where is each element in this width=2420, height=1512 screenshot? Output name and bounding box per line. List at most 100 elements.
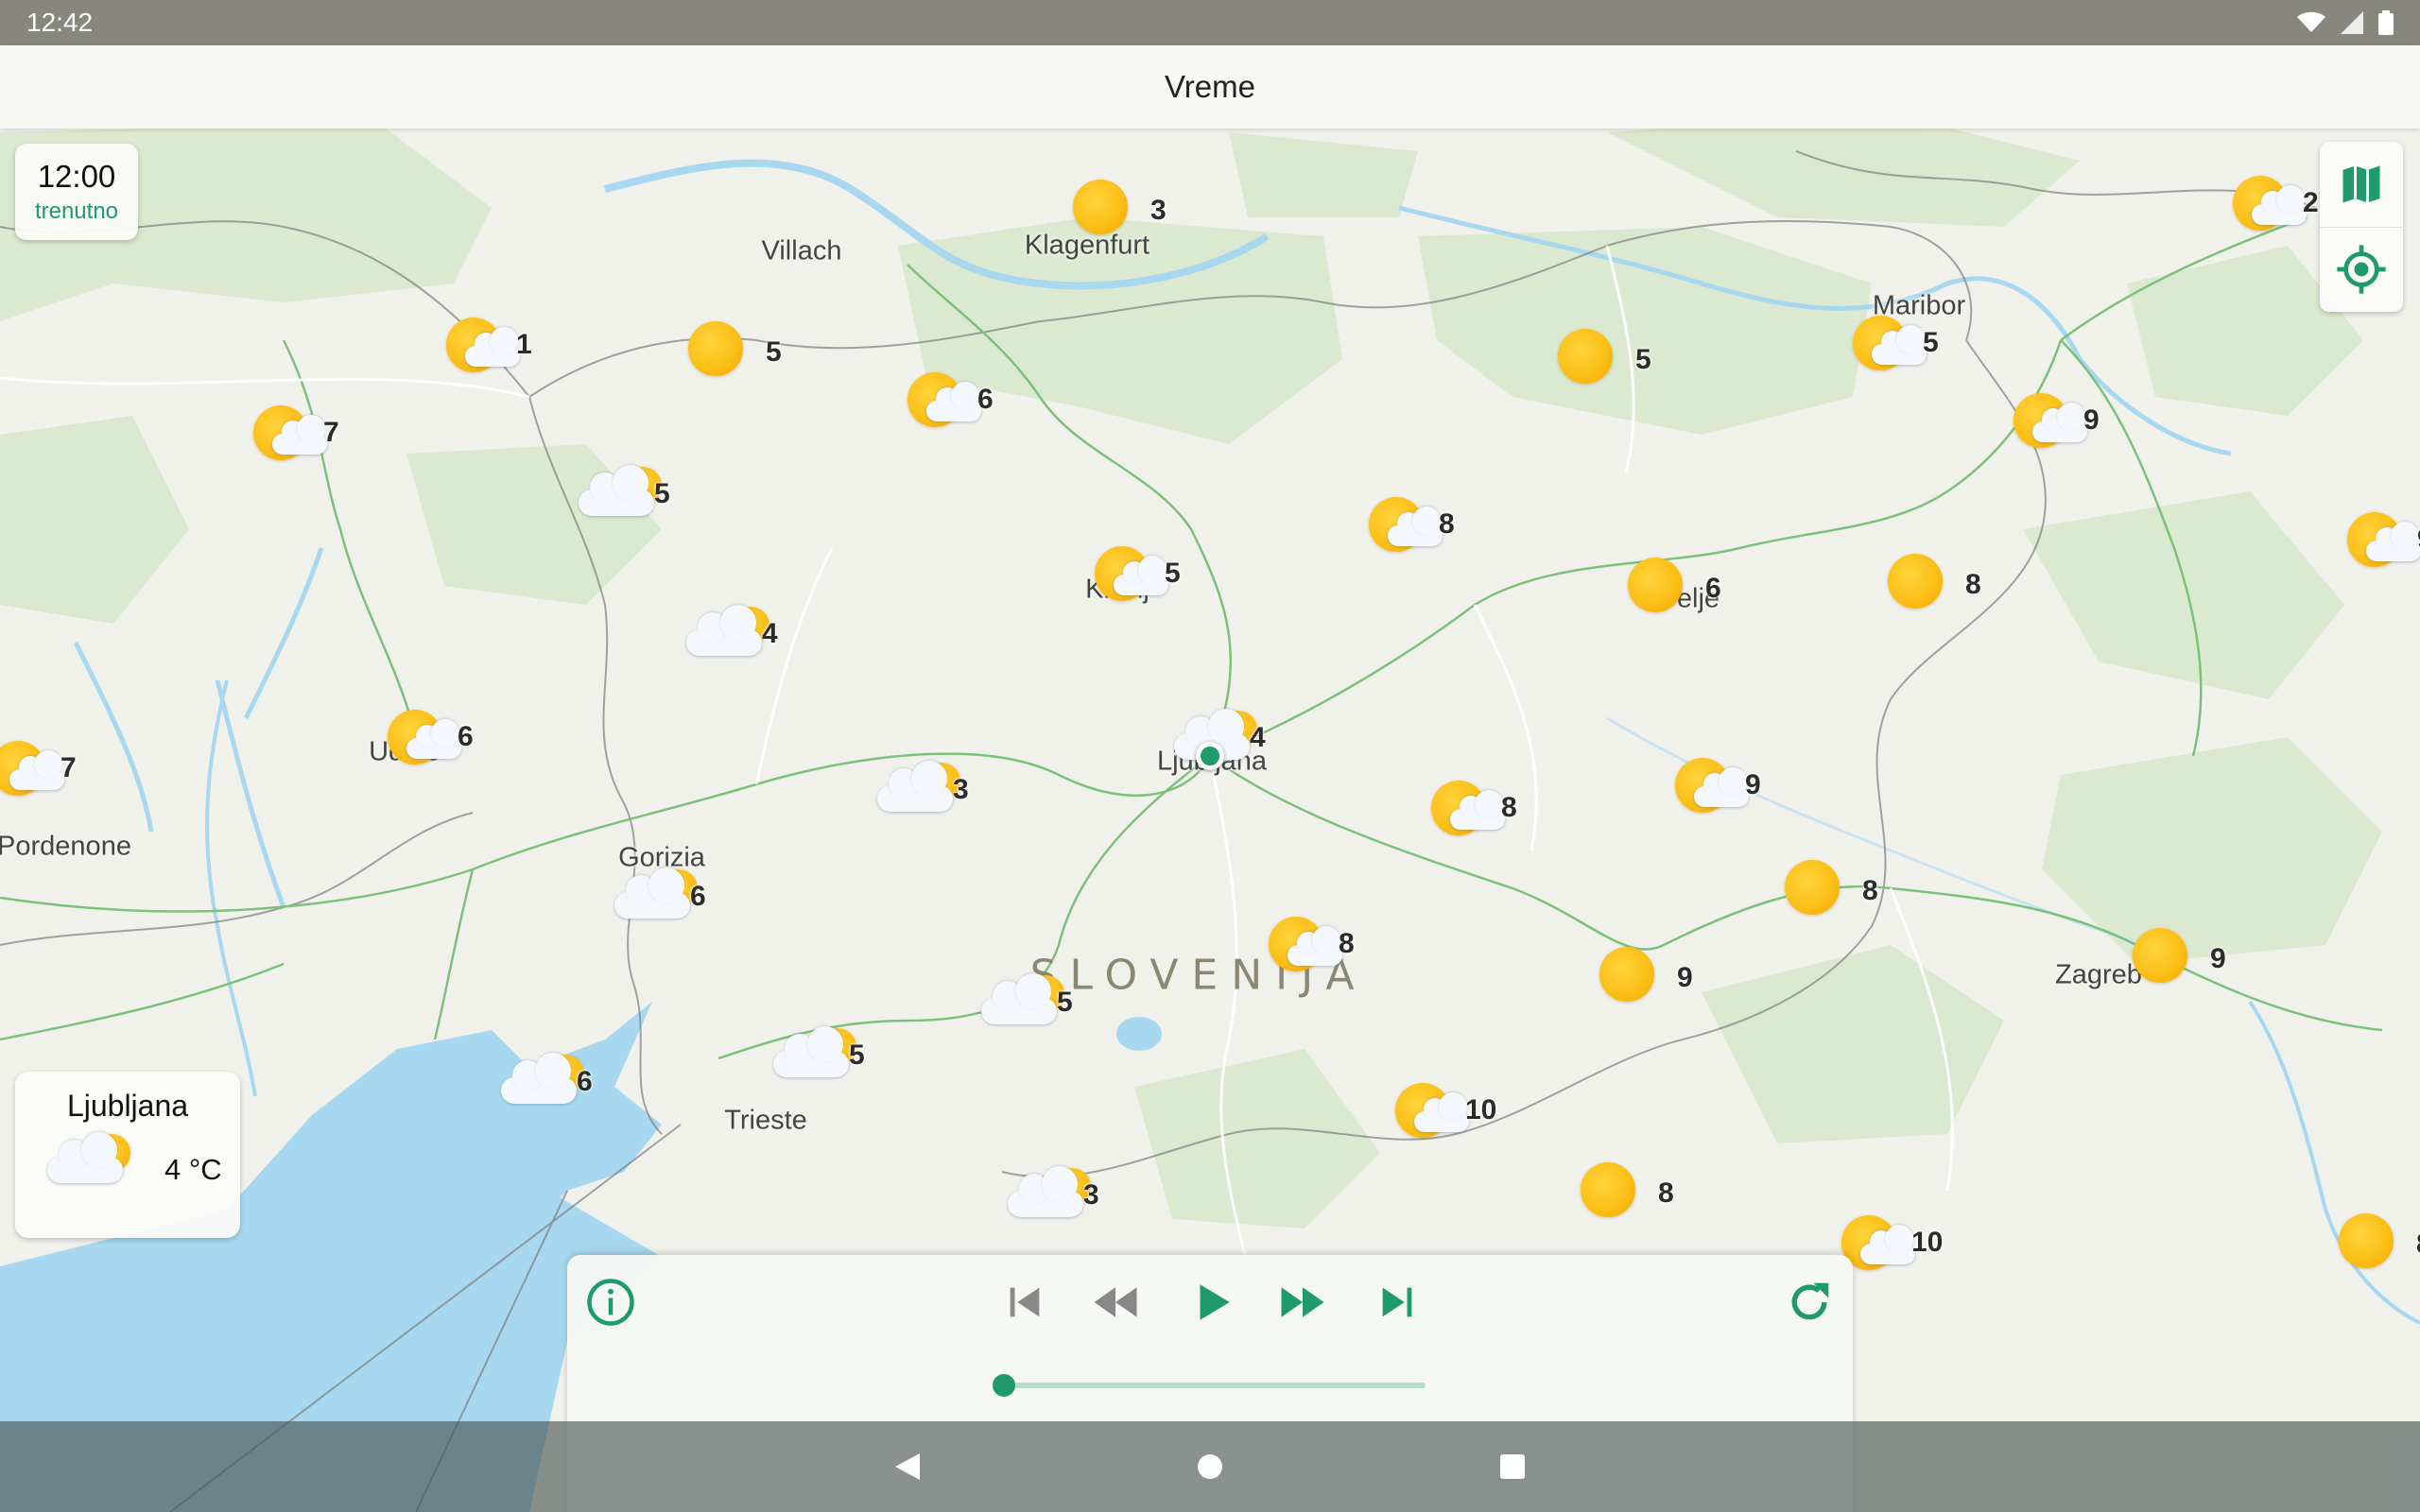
current-location-dot <box>1196 742 1224 770</box>
cloud-icon <box>1872 325 1927 365</box>
marker-temperature: 8 <box>1439 508 1455 540</box>
system-nav-bar <box>0 1421 2420 1512</box>
weather-marker[interactable]: 7 <box>0 735 104 811</box>
cloud-icon <box>9 750 64 790</box>
refresh-icon <box>1791 1282 1829 1320</box>
marker-temperature: 9 <box>2083 404 2100 436</box>
home-icon <box>1198 1454 1222 1479</box>
marker-temperature: 4 <box>1250 722 1266 753</box>
weather-marker[interactable]: 3 <box>873 757 996 833</box>
wifi-icon <box>2297 11 2325 32</box>
weather-marker[interactable]: 5 <box>679 312 802 387</box>
status-bar: 12:42 <box>0 0 2420 45</box>
weather-marker[interactable]: 3 <box>1004 1162 1127 1238</box>
weather-marker[interactable]: 8 <box>1359 491 1482 567</box>
cloud-icon <box>1414 1092 1469 1132</box>
rewind-button[interactable] <box>1085 1272 1146 1332</box>
cloud-icon <box>1860 1225 1915 1264</box>
location-name: Ljubljana <box>66 1089 189 1123</box>
city-label-trieste: Trieste <box>724 1105 807 1136</box>
weather-marker[interactable]: 5 <box>1548 319 1671 395</box>
marker-temperature: 3 <box>953 774 969 805</box>
fast-forward-button[interactable] <box>1272 1272 1333 1332</box>
location-card[interactable]: Ljubljana 4 °C <box>15 1072 240 1238</box>
sun-icon <box>1628 558 1683 612</box>
sun-icon <box>1073 180 1128 234</box>
weather-marker[interactable]: 10 <box>1386 1077 1509 1153</box>
weather-marker[interactable]: 4 <box>1170 705 1293 781</box>
cloud-icon <box>1008 1166 1083 1217</box>
weather-marker[interactable]: 7 <box>244 400 367 475</box>
weather-marker[interactable]: 4 <box>683 601 805 677</box>
weather-marker[interactable]: 8 <box>1878 544 2001 620</box>
sun-icon <box>1558 329 1613 384</box>
sun-icon <box>1599 947 1654 1002</box>
home-button[interactable] <box>1182 1438 1238 1495</box>
refresh-button[interactable] <box>1779 1272 1840 1332</box>
info-button[interactable] <box>580 1272 641 1332</box>
recents-button[interactable] <box>1484 1438 1541 1495</box>
skip-last-icon <box>1382 1287 1412 1317</box>
cloud-icon <box>2032 403 2087 442</box>
map-controls <box>2320 142 2403 312</box>
marker-temperature: 6 <box>1705 573 1721 604</box>
play-button[interactable] <box>1182 1272 1242 1332</box>
weather-marker[interactable]: 5 <box>769 1022 892 1098</box>
marker-temperature: 5 <box>849 1040 865 1071</box>
cloud-icon <box>1694 767 1749 807</box>
weather-marker[interactable]: 6 <box>497 1049 620 1125</box>
time-card[interactable]: 12:00 trenutno <box>15 144 138 240</box>
cloud-icon <box>579 465 654 516</box>
map-icon <box>2342 165 2380 203</box>
slider-track <box>1004 1383 1426 1388</box>
cloud-icon <box>877 761 953 812</box>
weather-marker[interactable]: 5 <box>1843 310 1966 386</box>
cloud-icon <box>406 719 461 759</box>
sun-icon <box>688 321 743 376</box>
weather-marker[interactable]: 9 <box>2004 387 2127 463</box>
marker-temperature: 4 <box>762 618 778 649</box>
weather-marker[interactable]: 6 <box>898 367 1021 442</box>
cloud-icon <box>773 1026 849 1077</box>
weather-marker[interactable]: 3 <box>1063 170 1186 246</box>
weather-marker[interactable]: 8 <box>1571 1153 1694 1228</box>
weather-marker[interactable]: 9 <box>1590 937 1713 1013</box>
weather-marker[interactable]: 8 <box>1259 911 1382 987</box>
weather-marker[interactable]: 5 <box>977 970 1100 1045</box>
sun-icon <box>1581 1162 1635 1217</box>
weather-marker[interactable]: 9 <box>2338 507 2420 582</box>
marker-temperature: 7 <box>323 417 339 448</box>
weather-marker[interactable]: 8 <box>1775 850 1898 926</box>
skip-last-button[interactable] <box>1367 1272 1427 1332</box>
weather-marker[interactable]: 5 <box>1085 541 1208 616</box>
skip-first-button[interactable] <box>994 1272 1055 1332</box>
weather-marker[interactable]: 9 <box>1666 752 1789 828</box>
cloud-icon <box>2252 185 2307 225</box>
weather-marker[interactable]: 6 <box>611 864 734 939</box>
marker-temperature: 8 <box>1501 792 1517 823</box>
cloud-icon <box>272 415 327 455</box>
cloud-icon <box>1288 926 1342 966</box>
weather-marker[interactable]: 6 <box>378 704 501 780</box>
weather-marker[interactable]: 1 <box>437 312 560 387</box>
slider-thumb[interactable] <box>993 1374 1015 1397</box>
marker-temperature: 9 <box>1745 769 1761 800</box>
weather-marker[interactable]: 8 <box>2329 1204 2420 1280</box>
city-label-villach: Villach <box>761 235 842 266</box>
fast-forward-icon <box>1281 1287 1324 1317</box>
my-location-button[interactable] <box>2320 226 2403 313</box>
battery-icon <box>2378 10 2394 35</box>
selected-time: 12:00 <box>37 159 116 194</box>
weather-marker[interactable]: 5 <box>575 461 698 537</box>
back-button[interactable] <box>879 1438 936 1495</box>
cloud-icon <box>926 382 981 421</box>
sun-icon <box>2133 928 2187 983</box>
rewind-icon <box>1094 1287 1137 1317</box>
cloud-icon <box>2366 522 2420 561</box>
weather-marker[interactable]: 6 <box>1618 548 1741 624</box>
map-layers-button[interactable] <box>2320 142 2403 227</box>
marker-temperature: 6 <box>977 384 994 415</box>
time-slider[interactable] <box>993 1366 1426 1404</box>
weather-marker[interactable]: 8 <box>1422 775 1545 850</box>
weather-marker[interactable]: 9 <box>2123 919 2246 994</box>
